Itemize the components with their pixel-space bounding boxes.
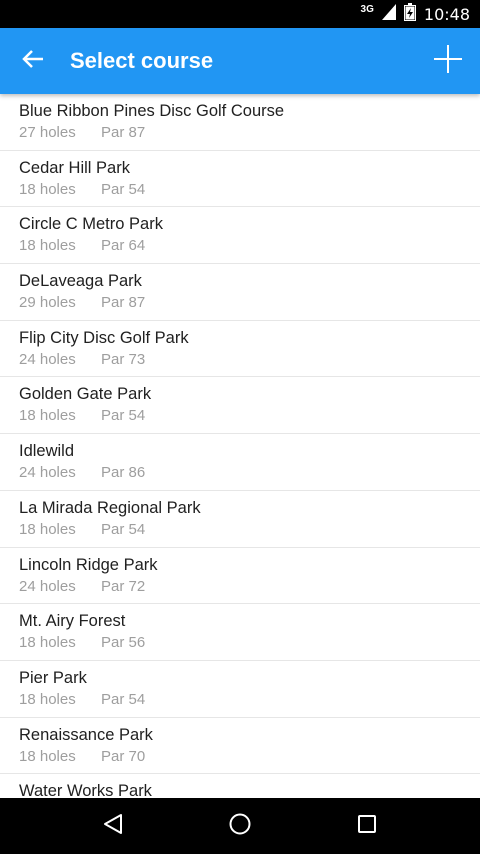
list-item[interactable]: Golden Gate Park 18 holes Par 54	[0, 377, 480, 435]
course-par: Par 54	[101, 180, 146, 198]
course-par: Par 54	[101, 520, 146, 538]
back-button[interactable]	[0, 28, 66, 94]
course-holes: 18 holes	[19, 747, 76, 765]
course-name: Circle C Metro Park	[19, 215, 163, 234]
course-name: DeLaveaga Park	[19, 272, 142, 291]
add-course-button[interactable]	[424, 37, 472, 85]
list-item[interactable]: Pier Park 18 holes Par 54	[0, 661, 480, 718]
course-par: Par 54	[101, 407, 146, 425]
list-item[interactable]: Cedar Hill Park 18 holes Par 54	[0, 151, 480, 208]
course-name: Idlewild	[19, 442, 75, 461]
course-name: Cedar Hill Park	[19, 158, 130, 177]
course-par: Par 87	[101, 294, 146, 312]
course-name: Golden Gate Park	[19, 385, 152, 404]
battery-icon	[403, 2, 416, 26]
list-item[interactable]: Blue Ribbon Pines Disc Golf Course 27 ho…	[0, 94, 480, 151]
nav-home-button[interactable]	[210, 798, 270, 854]
course-holes: 18 holes	[19, 634, 76, 652]
course-holes: 27 holes	[19, 124, 76, 141]
list-item[interactable]: Water Works Park	[0, 774, 480, 798]
course-name: Water Works Park	[19, 782, 152, 798]
course-list[interactable]: Blue Ribbon Pines Disc Golf Course 27 ho…	[0, 94, 480, 798]
network-type: 3G	[360, 3, 374, 15]
course-name: La Mirada Regional Park	[19, 498, 201, 517]
list-item[interactable]: Circle C Metro Park 18 holes Par 64	[0, 207, 480, 265]
course-holes: 18 holes	[19, 180, 76, 198]
course-name: Blue Ribbon Pines Disc Golf Course	[19, 102, 285, 120]
nav-recents-button[interactable]	[337, 798, 397, 854]
course-holes: 24 holes	[19, 350, 76, 368]
course-par: Par 73	[101, 350, 146, 368]
course-par: Par 70	[101, 747, 146, 765]
course-holes: 18 holes	[19, 407, 76, 425]
course-name: Pier Park	[19, 668, 87, 687]
course-name: Mt. Airy Forest	[19, 612, 126, 631]
course-par: Par 64	[101, 237, 146, 255]
list-item[interactable]: Flip City Disc Golf Park 24 holes Par 73	[0, 321, 480, 378]
course-holes: 18 holes	[19, 520, 76, 538]
square-recents-icon	[356, 813, 378, 840]
nav-back-button[interactable]	[83, 798, 143, 854]
course-par: Par 56	[101, 634, 146, 652]
list-item[interactable]: Idlewild 24 holes Par 86	[0, 434, 480, 491]
arrow-back-icon	[22, 49, 44, 74]
course-holes: 29 holes	[19, 294, 76, 312]
triangle-back-icon	[102, 813, 124, 840]
list-item[interactable]: Mt. Airy Forest 18 holes Par 56	[0, 604, 480, 661]
course-par: Par 87	[101, 124, 146, 141]
course-name: Flip City Disc Golf Park	[19, 328, 189, 347]
status-bar: 3G 10:48	[0, 0, 480, 28]
system-nav-bar	[0, 798, 480, 854]
list-item[interactable]: DeLaveaga Park 29 holes Par 87	[0, 264, 480, 321]
course-holes: 18 holes	[19, 690, 76, 708]
list-item[interactable]: La Mirada Regional Park 18 holes Par 54	[0, 491, 480, 548]
course-par: Par 86	[101, 464, 146, 482]
signal-icon	[381, 3, 396, 25]
course-holes: 24 holes	[19, 464, 76, 482]
circle-home-icon	[228, 812, 252, 841]
clock: 10:48	[423, 4, 470, 24]
list-item[interactable]: Lincoln Ridge Park 24 holes Par 72	[0, 548, 480, 605]
list-item[interactable]: Renaissance Park 18 holes Par 70	[0, 718, 480, 775]
course-holes: 18 holes	[19, 237, 76, 255]
course-par: Par 72	[101, 577, 146, 595]
course-holes: 24 holes	[19, 577, 76, 595]
app-bar: Select course	[0, 28, 480, 94]
course-par: Par 54	[101, 690, 146, 708]
course-name: Renaissance Park	[19, 725, 153, 744]
page-title: Select course	[70, 48, 214, 73]
plus-icon	[433, 44, 463, 79]
course-name: Lincoln Ridge Park	[19, 555, 158, 574]
